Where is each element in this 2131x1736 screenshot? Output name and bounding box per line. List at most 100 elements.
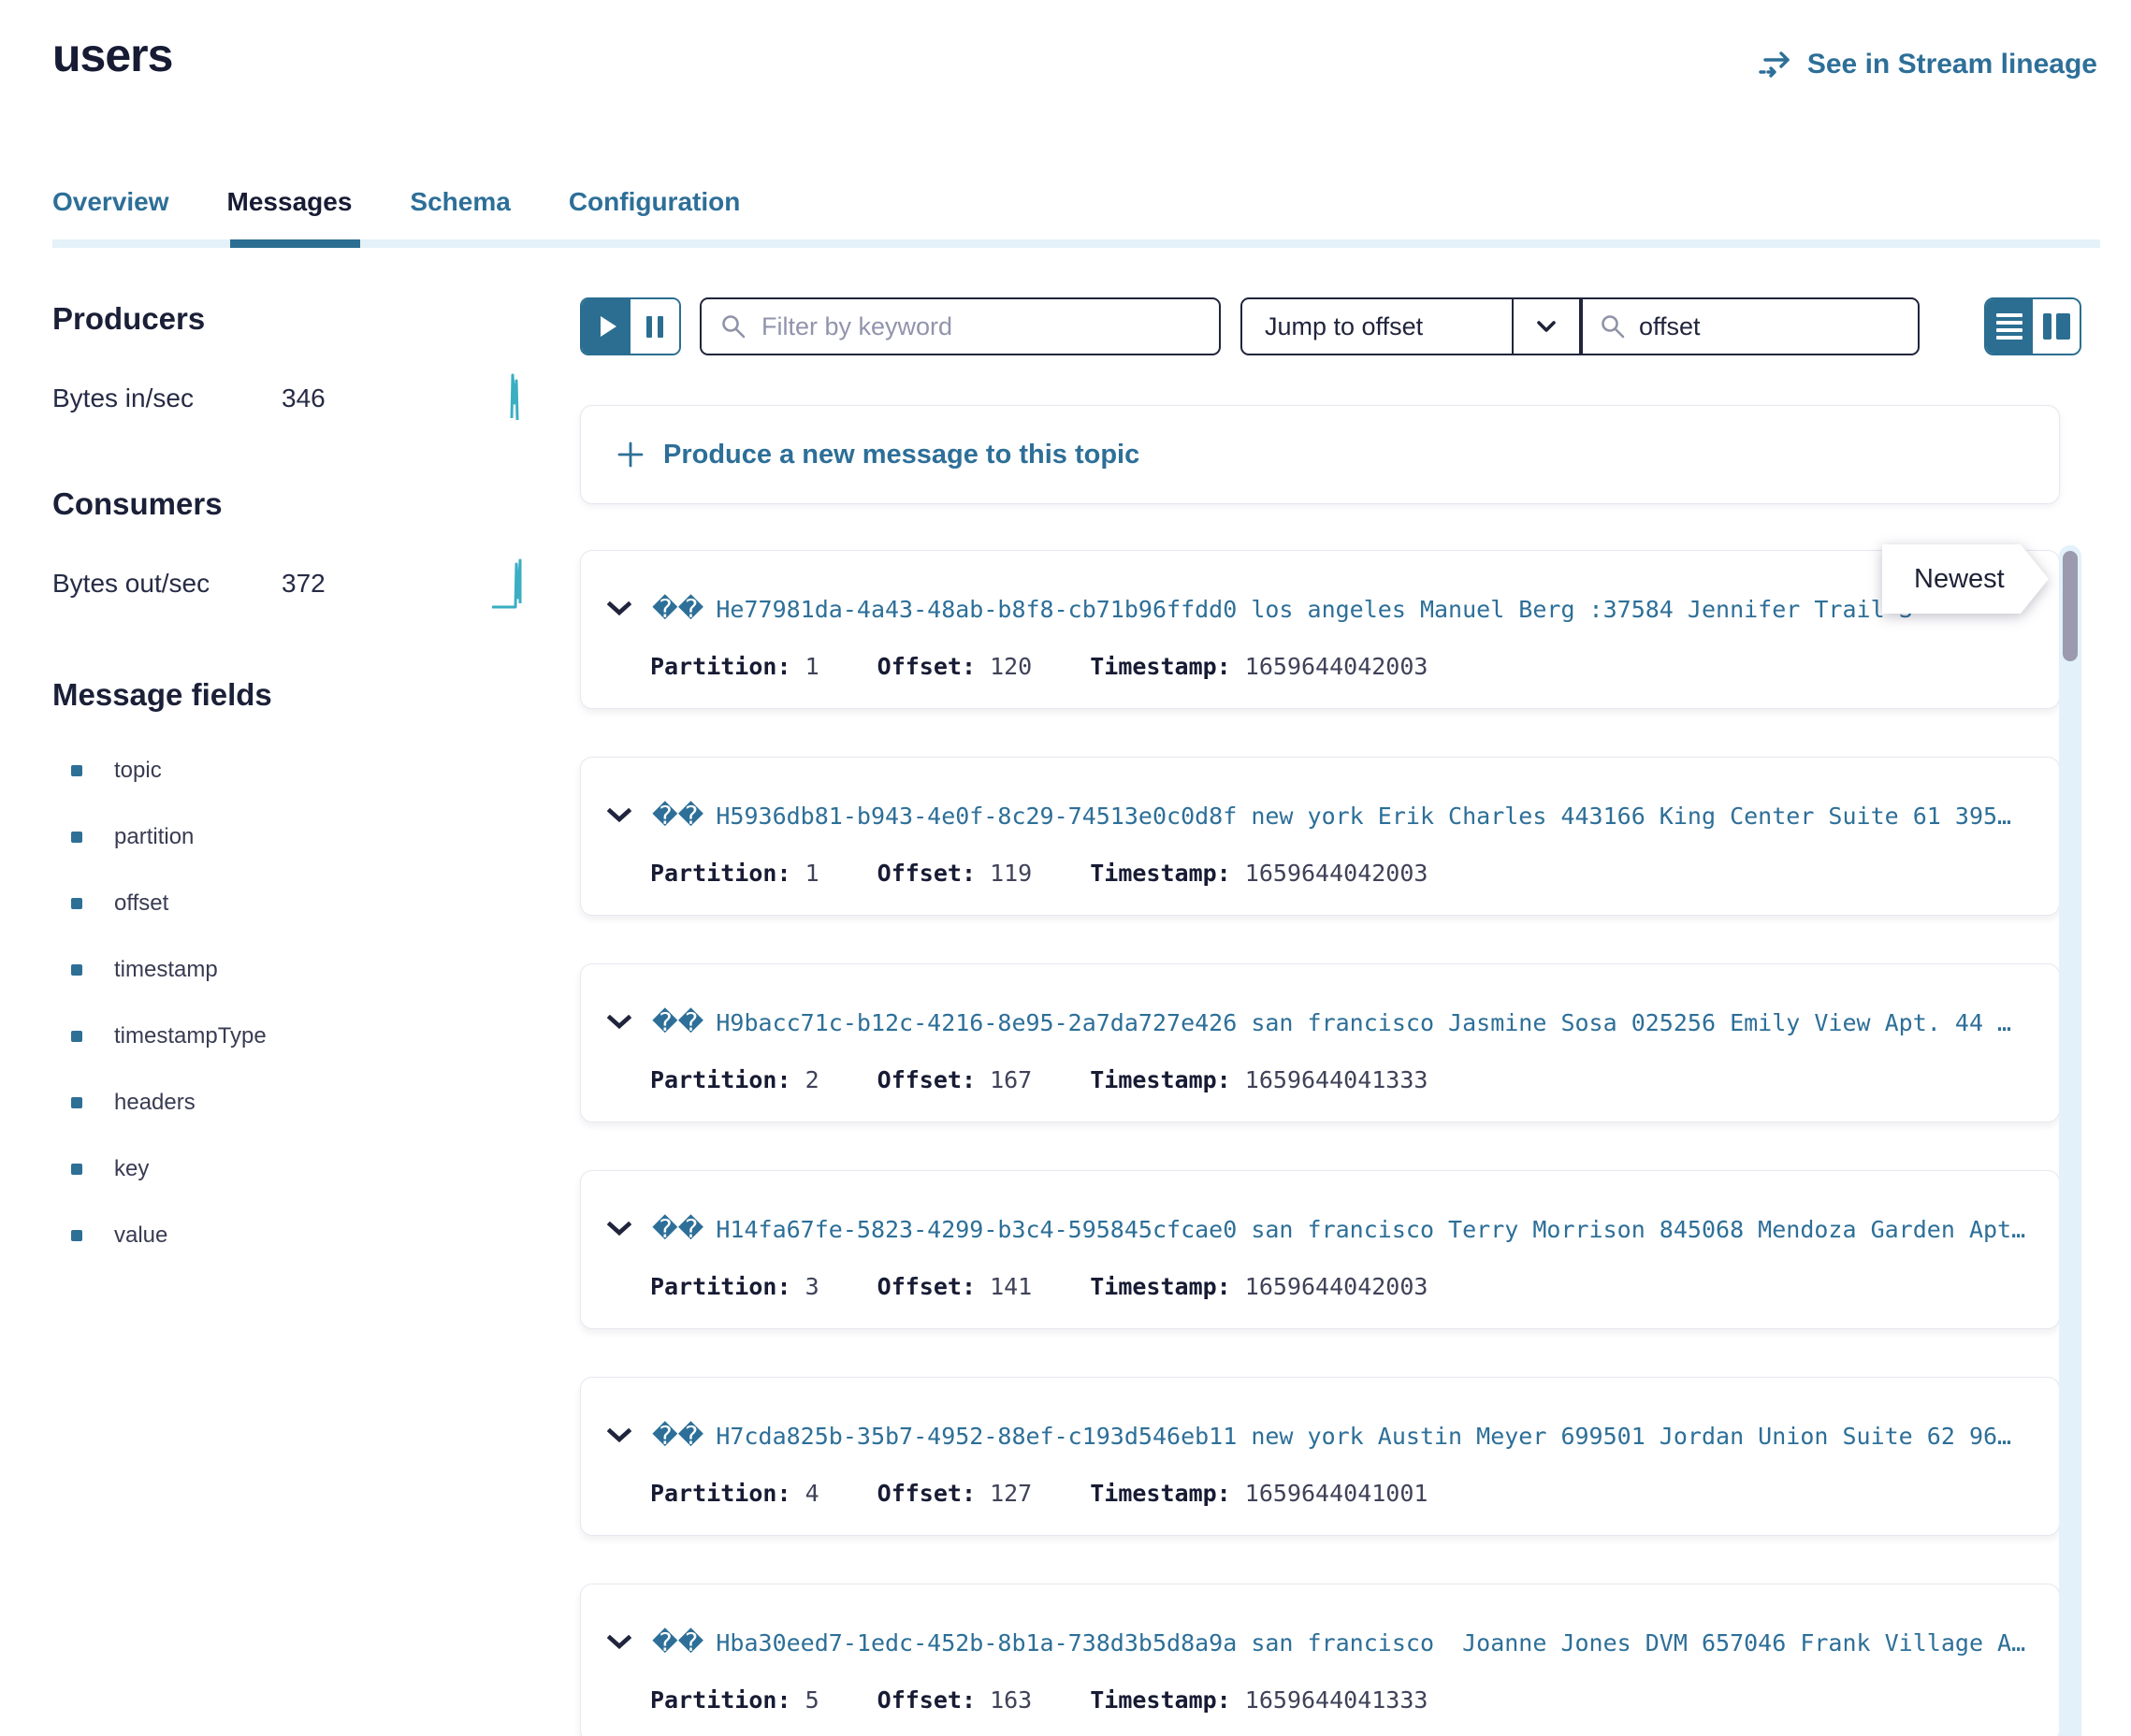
field-bullet-icon bbox=[71, 1164, 82, 1175]
timestamp-label: Timestamp: bbox=[1090, 1686, 1231, 1714]
message-row[interactable]: �� He77981da-4a43-48ab-b8f8-cb71b96ffdd0… bbox=[580, 550, 2060, 709]
field-item-timestamp[interactable]: timestamp bbox=[52, 936, 531, 1003]
jump-mode-value: Jump to offset bbox=[1242, 312, 1512, 341]
message-meta: Partition: 1 Offset: 119 Timestamp: 1659… bbox=[650, 852, 1428, 893]
unknown-char-key-icon: �� bbox=[652, 802, 703, 831]
offset-label: Offset: bbox=[877, 860, 976, 887]
field-item-offset[interactable]: offset bbox=[52, 870, 531, 936]
chevron-down-icon[interactable] bbox=[1512, 299, 1579, 354]
producers-heading: Producers bbox=[52, 301, 531, 337]
tab-schema[interactable]: Schema bbox=[410, 187, 510, 239]
timestamp-value: 1659644042003 bbox=[1245, 860, 1428, 887]
field-item-partition[interactable]: partition bbox=[52, 803, 531, 870]
bytes-out-value: 372 bbox=[282, 569, 326, 599]
partition-value: 4 bbox=[805, 1480, 819, 1507]
lineage-arrow-icon bbox=[1759, 51, 1794, 79]
field-bullet-icon bbox=[71, 898, 82, 909]
message-key-value-text: H9bacc71c-b12c-4216-8e95-2a7da727e426 sa… bbox=[716, 1009, 2044, 1036]
list-view-icon bbox=[1996, 336, 2022, 340]
field-label: headers bbox=[114, 1090, 196, 1116]
timestamp-label: Timestamp: bbox=[1090, 1273, 1231, 1300]
message-key-value-text: H7cda825b-35b7-4952-88ef-c193d546eb11 ne… bbox=[716, 1423, 2044, 1450]
page-title: users bbox=[52, 28, 172, 82]
newest-tooltip-label: Newest bbox=[1882, 544, 2049, 614]
timestamp-value: 1659644042003 bbox=[1245, 653, 1428, 680]
live-play-pause-toggle[interactable] bbox=[580, 297, 681, 355]
field-label: key bbox=[114, 1156, 149, 1182]
field-bullet-icon bbox=[71, 1031, 82, 1042]
unknown-char-key-icon: �� bbox=[652, 1215, 703, 1244]
active-tab-indicator bbox=[230, 239, 360, 248]
field-item-timestampType[interactable]: timestampType bbox=[52, 1003, 531, 1069]
expand-chevron-icon[interactable] bbox=[607, 1015, 631, 1030]
offset-label: Offset: bbox=[877, 1686, 976, 1714]
list-scrollbar-thumb[interactable] bbox=[2063, 551, 2078, 661]
message-row[interactable]: �� H5936db81-b943-4e0f-8c29-74513e0c0d8f… bbox=[580, 757, 2060, 916]
unknown-char-key-icon: �� bbox=[652, 1628, 703, 1657]
list-view-icon bbox=[1996, 328, 2022, 332]
message-key-value-text: Hba30eed7-1edc-452b-8b1a-738d3b5d8a9a sa… bbox=[716, 1629, 2044, 1656]
view-mode-toggle[interactable] bbox=[1984, 297, 2081, 355]
tab-underline bbox=[52, 239, 2100, 248]
pause-button[interactable] bbox=[631, 299, 679, 354]
produce-message-label: Produce a new message to this topic bbox=[663, 440, 1139, 470]
jump-mode-select[interactable]: Jump to offset bbox=[1240, 297, 1581, 355]
message-row[interactable]: �� H9bacc71c-b12c-4216-8e95-2a7da727e426… bbox=[580, 963, 2060, 1122]
message-fields-heading: Message fields bbox=[52, 677, 531, 713]
expand-chevron-icon[interactable] bbox=[607, 1428, 631, 1443]
sidebar: Producers Bytes in/sec 346 Consumers Byt… bbox=[52, 301, 531, 1268]
offset-value: 167 bbox=[990, 1066, 1032, 1093]
unknown-char-key-icon: �� bbox=[652, 595, 703, 624]
tab-messages[interactable]: Messages bbox=[227, 187, 353, 239]
offset-search-input[interactable] bbox=[1637, 311, 1972, 342]
message-row[interactable]: �� H14fa67fe-5823-4299-b3c4-595845cfcae0… bbox=[580, 1170, 2060, 1329]
expand-chevron-icon[interactable] bbox=[607, 808, 631, 823]
unknown-char-key-icon: �� bbox=[652, 1008, 703, 1037]
bytes-in-metric: Bytes in/sec 346 bbox=[52, 369, 531, 428]
offset-label: Offset: bbox=[877, 653, 976, 680]
message-key-value-text: He77981da-4a43-48ab-b8f8-cb71b96ffdd0 lo… bbox=[716, 596, 2044, 623]
field-bullet-icon bbox=[71, 964, 82, 976]
field-bullet-icon bbox=[71, 1097, 82, 1108]
tab-configuration[interactable]: Configuration bbox=[569, 187, 741, 239]
offset-search-field[interactable] bbox=[1581, 297, 1920, 355]
play-icon bbox=[601, 316, 616, 337]
list-view-button[interactable] bbox=[1986, 299, 2033, 354]
field-bullet-icon bbox=[71, 832, 82, 843]
partition-value: 2 bbox=[805, 1066, 819, 1093]
partition-label: Partition: bbox=[650, 1066, 791, 1093]
plus-icon bbox=[616, 441, 645, 469]
keyword-filter-input[interactable] bbox=[760, 311, 1219, 342]
list-scrollbar-track[interactable] bbox=[2059, 545, 2081, 1736]
expand-chevron-icon[interactable] bbox=[607, 1635, 631, 1650]
field-bullet-icon bbox=[71, 1230, 82, 1241]
produce-message-button[interactable]: Produce a new message to this topic bbox=[580, 405, 2060, 504]
partition-label: Partition: bbox=[650, 1686, 791, 1714]
message-row[interactable]: �� Hba30eed7-1edc-452b-8b1a-738d3b5d8a9a… bbox=[580, 1584, 2060, 1736]
tab-overview[interactable]: Overview bbox=[52, 187, 169, 239]
message-key-value-text: H5936db81-b943-4e0f-8c29-74513e0c0d8f ne… bbox=[716, 803, 2044, 830]
offset-label: Offset: bbox=[877, 1273, 976, 1300]
search-icon bbox=[1600, 313, 1626, 340]
field-item-value[interactable]: value bbox=[52, 1202, 531, 1268]
timestamp-value: 1659644041333 bbox=[1245, 1686, 1428, 1714]
message-row[interactable]: �� H7cda825b-35b7-4952-88ef-c193d546eb11… bbox=[580, 1377, 2060, 1536]
field-item-topic[interactable]: topic bbox=[52, 737, 531, 803]
partition-label: Partition: bbox=[650, 1480, 791, 1507]
column-view-button[interactable] bbox=[2033, 299, 2080, 354]
expand-chevron-icon[interactable] bbox=[607, 601, 631, 616]
play-button[interactable] bbox=[582, 299, 631, 354]
message-meta: Partition: 2 Offset: 167 Timestamp: 1659… bbox=[650, 1059, 1428, 1100]
bytes-out-sparkline bbox=[490, 557, 531, 611]
field-label: offset bbox=[114, 890, 168, 917]
field-label: timestampType bbox=[114, 1023, 267, 1049]
search-icon bbox=[720, 313, 747, 340]
field-item-headers[interactable]: headers bbox=[52, 1069, 531, 1136]
timestamp-label: Timestamp: bbox=[1090, 1480, 1231, 1507]
keyword-filter-field[interactable] bbox=[700, 297, 1221, 355]
newest-tooltip: Newest bbox=[1882, 544, 2049, 614]
timestamp-value: 1659644042003 bbox=[1245, 1273, 1428, 1300]
field-item-key[interactable]: key bbox=[52, 1136, 531, 1202]
expand-chevron-icon[interactable] bbox=[607, 1222, 631, 1237]
stream-lineage-link[interactable]: See in Stream lineage bbox=[1759, 49, 2097, 80]
